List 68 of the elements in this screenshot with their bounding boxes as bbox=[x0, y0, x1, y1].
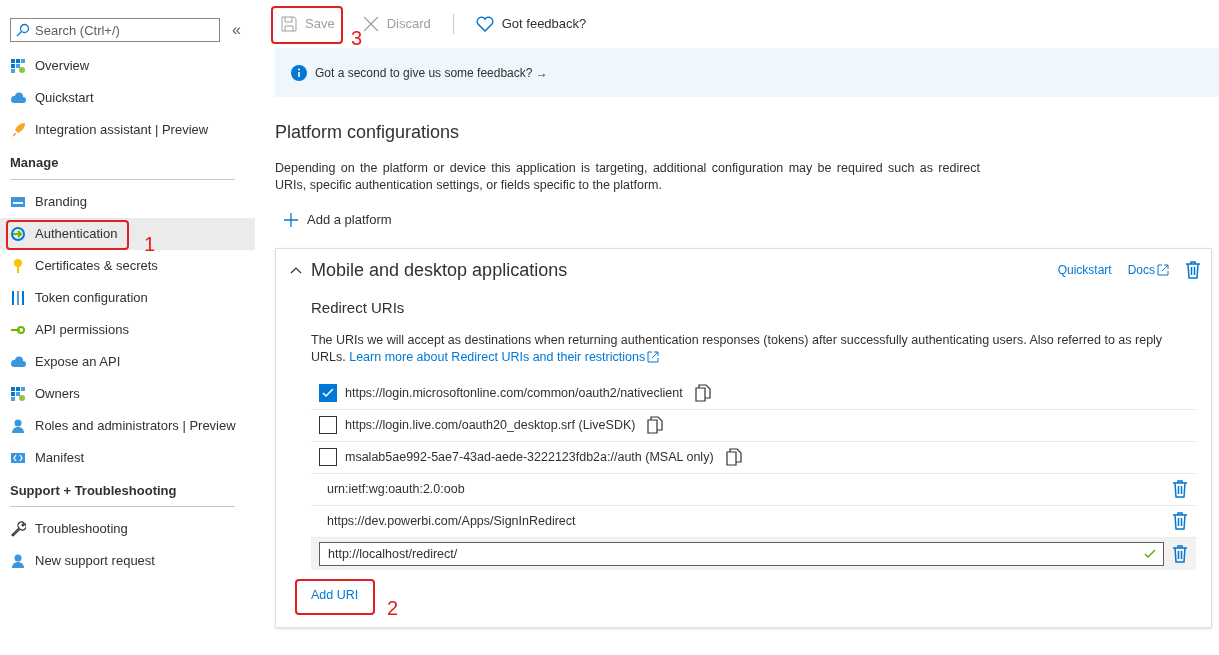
section-heading: Support + Troubleshooting bbox=[10, 482, 177, 498]
nav-item[interactable]: Owners bbox=[0, 377, 255, 410]
nav-item[interactable]: Quickstart bbox=[0, 82, 255, 114]
nav-item[interactable]: API permissions bbox=[0, 313, 255, 346]
info-icon bbox=[291, 64, 307, 81]
nav-item[interactable]: Roles and administrators | Preview bbox=[0, 409, 255, 442]
external-link-icon bbox=[647, 351, 660, 364]
nav-item[interactable]: Troubleshooting bbox=[0, 513, 255, 545]
search-icon bbox=[16, 23, 30, 37]
description-text: Depending on the platform or device this application is targeting, additional configuration may be required such as redirect URIs, specific authentication settings, or fields specific to the platform. bbox=[275, 160, 980, 194]
doc-link[interactable]: Docs bbox=[1127, 261, 1169, 279]
uri-text: https://login.microsoftonline.com/common/oauth2/nativeclient bbox=[345, 384, 683, 402]
nav-item[interactable]: Overview bbox=[0, 50, 255, 82]
nav-item[interactable]: Expose an API bbox=[0, 345, 255, 378]
copy-icon[interactable] bbox=[647, 416, 664, 434]
checkbox[interactable] bbox=[319, 384, 337, 402]
subsection-heading: Redirect URIs bbox=[311, 298, 406, 318]
annotation-number: 2 bbox=[387, 597, 399, 618]
add-platform-button[interactable]: Add a platform bbox=[275, 206, 400, 234]
nav-item[interactable]: New support request bbox=[0, 545, 255, 577]
nav-item[interactable]: Manifest bbox=[0, 441, 255, 474]
uri-input[interactable]: http://localhost/redirect/ bbox=[319, 541, 1164, 566]
uri-text: https://login.live.com/oauth20_desktop.srf (LiveSDK) bbox=[345, 416, 636, 434]
redirect-description: The URIs we will accept as destinations when returning authentication responses (tokens) after successfully authenticating users. Also referred to as reply URLs. Learn more about Redirect URIs and their restrictions bbox=[311, 331, 1164, 366]
person-icon bbox=[10, 417, 26, 434]
plus-icon bbox=[283, 212, 299, 228]
section-heading: Manage bbox=[10, 155, 59, 170]
uri-text: msalab5ae992-5ae7-43ad-aede-3222123fdb2a://auth (MSAL only) bbox=[345, 448, 714, 466]
card-title: Mobile and desktop applications bbox=[311, 258, 568, 282]
wrench-icon bbox=[10, 521, 26, 537]
close-icon bbox=[362, 16, 379, 32]
save-icon bbox=[281, 16, 297, 32]
sign-in-icon bbox=[10, 225, 26, 242]
doc-link[interactable]: Quickstart bbox=[1057, 261, 1112, 279]
person-icon bbox=[10, 553, 26, 569]
search-field[interactable]: Search (Ctrl+/) bbox=[10, 18, 220, 42]
trash-icon[interactable] bbox=[1185, 261, 1201, 279]
copy-icon[interactable] bbox=[725, 448, 742, 466]
nav-item[interactable]: Token configuration bbox=[0, 281, 255, 314]
grid-icon bbox=[10, 385, 26, 402]
trash-icon[interactable] bbox=[1172, 544, 1188, 563]
rocket-icon bbox=[10, 122, 26, 138]
cloud-icon bbox=[10, 90, 26, 106]
nav-item[interactable]: Authentication 1 bbox=[0, 217, 255, 250]
uri-text: urn:ietf:wg:oauth:2.0:oob bbox=[327, 480, 465, 498]
checkbox[interactable] bbox=[319, 448, 337, 466]
nav-item[interactable]: Integration assistant | Preview bbox=[0, 114, 255, 146]
annotation-number: 3 bbox=[351, 28, 363, 48]
nav-item[interactable]: Branding bbox=[0, 185, 255, 218]
chevron-icon bbox=[290, 266, 302, 274]
sliders-icon bbox=[10, 289, 26, 306]
learn-more-link[interactable]: Learn more about Redirect URIs and their restrictions bbox=[349, 349, 660, 364]
checkbox[interactable] bbox=[319, 416, 337, 434]
banner-text[interactable]: Got a second to give us some feedback? → bbox=[315, 63, 548, 82]
heart-icon bbox=[475, 16, 494, 32]
feedback-button[interactable]: Got feedback? bbox=[469, 8, 593, 40]
page-heading: Platform configurations bbox=[275, 121, 461, 144]
collapse-button[interactable]: « bbox=[232, 18, 241, 42]
annotation-box bbox=[271, 6, 343, 44]
uri-text: https://dev.powerbi.com/Apps/SignInRedirect bbox=[327, 512, 576, 530]
cloud-icon bbox=[10, 353, 26, 370]
copy-icon[interactable] bbox=[694, 384, 711, 402]
grid-icon bbox=[10, 58, 26, 74]
external-link-icon bbox=[1157, 264, 1169, 276]
add-uri-button[interactable]: Add URI bbox=[301, 579, 369, 612]
trash-icon[interactable] bbox=[1172, 512, 1188, 530]
checkmark-icon bbox=[322, 387, 334, 399]
trash-icon[interactable] bbox=[1172, 480, 1188, 498]
